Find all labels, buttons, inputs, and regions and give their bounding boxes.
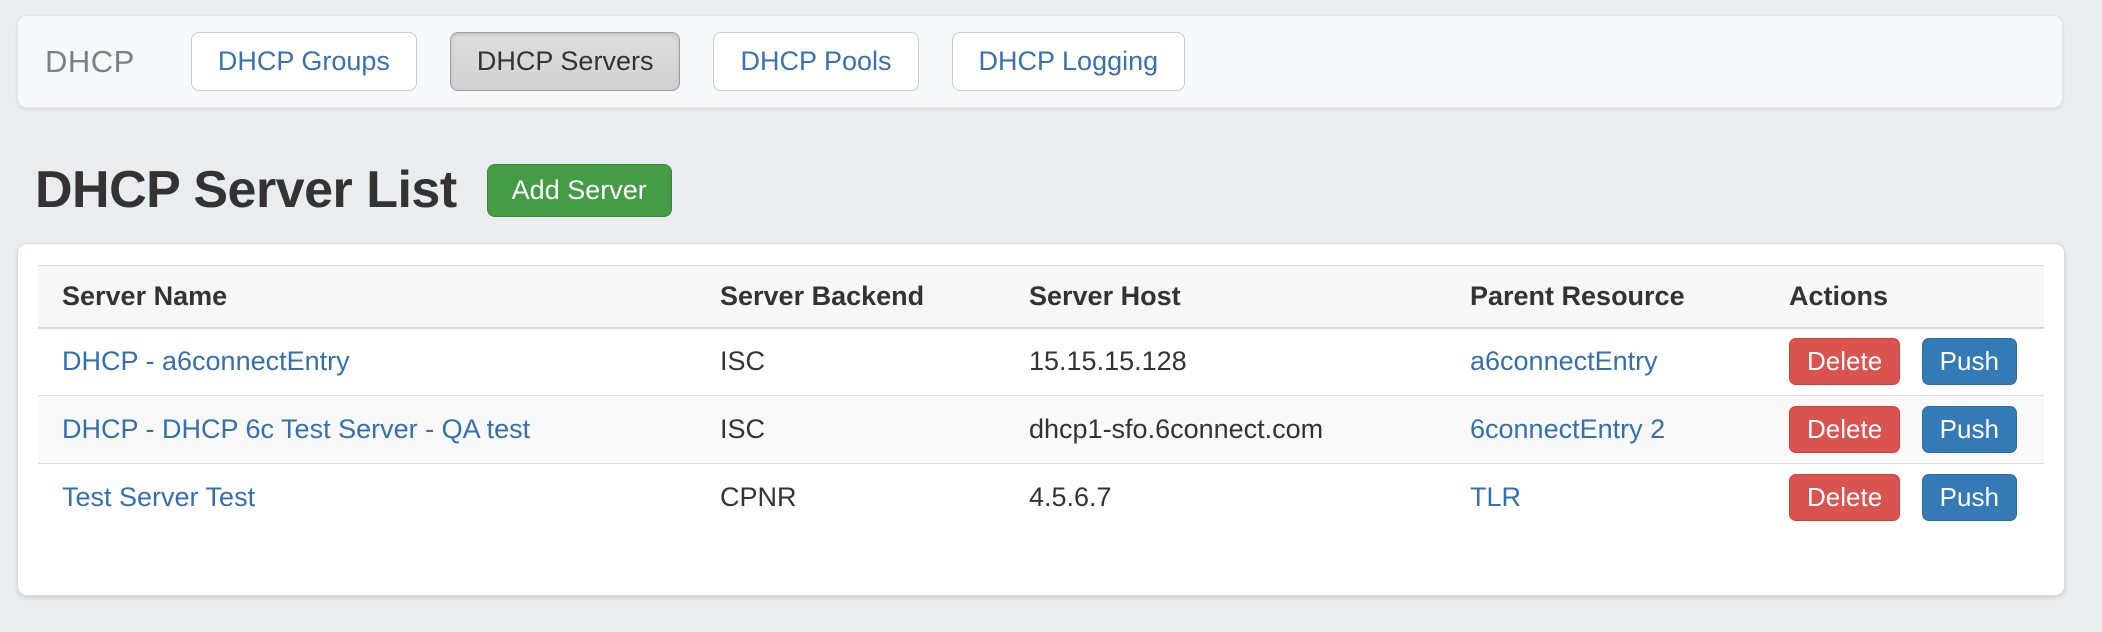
col-header-server-host: Server Host [1005,266,1446,328]
table-row: DHCP - a6connectEntry ISC 15.15.15.128 a… [38,328,2044,396]
server-backend-cell: ISC [696,396,1005,464]
server-list-card: Server Name Server Backend Server Host P… [17,243,2065,596]
push-button[interactable]: Push [1922,406,2017,453]
dhcp-nav-panel: DHCP DHCP Groups DHCP Servers DHCP Pools… [17,15,2063,108]
parent-resource-link[interactable]: 6connectEntry 2 [1470,414,1665,444]
push-button[interactable]: Push [1922,474,2017,521]
server-name-link[interactable]: Test Server Test [62,482,255,512]
table-row: Test Server Test CPNR 4.5.6.7 TLR Delete… [38,464,2044,532]
server-table: Server Name Server Backend Server Host P… [38,265,2044,532]
page-heading-row: DHCP Server List Add Server [35,148,672,232]
push-button[interactable]: Push [1922,338,2017,385]
server-host-cell: 4.5.6.7 [1005,464,1446,532]
col-header-actions: Actions [1765,266,2044,328]
delete-button[interactable]: Delete [1789,474,1900,521]
table-header-row: Server Name Server Backend Server Host P… [38,266,2044,328]
table-row: DHCP - DHCP 6c Test Server - QA test ISC… [38,396,2044,464]
parent-resource-link[interactable]: TLR [1470,482,1521,512]
server-name-link[interactable]: DHCP - DHCP 6c Test Server - QA test [62,414,530,444]
server-name-link[interactable]: DHCP - a6connectEntry [62,346,350,376]
delete-button[interactable]: Delete [1789,338,1900,385]
col-header-server-backend: Server Backend [696,266,1005,328]
server-backend-cell: ISC [696,328,1005,396]
dhcp-section-label: DHCP [45,44,135,80]
server-backend-cell: CPNR [696,464,1005,532]
col-header-server-name: Server Name [38,266,696,328]
delete-button[interactable]: Delete [1789,406,1900,453]
server-host-cell: 15.15.15.128 [1005,328,1446,396]
page-title: DHCP Server List [35,160,457,220]
parent-resource-link[interactable]: a6connectEntry [1470,346,1658,376]
add-server-button[interactable]: Add Server [487,164,672,217]
tab-dhcp-servers[interactable]: DHCP Servers [450,32,681,91]
tab-dhcp-pools[interactable]: DHCP Pools [713,32,918,91]
tab-dhcp-logging[interactable]: DHCP Logging [952,32,1186,91]
server-host-cell: dhcp1-sfo.6connect.com [1005,396,1446,464]
col-header-parent-resource: Parent Resource [1446,266,1765,328]
tab-dhcp-groups[interactable]: DHCP Groups [191,32,417,91]
